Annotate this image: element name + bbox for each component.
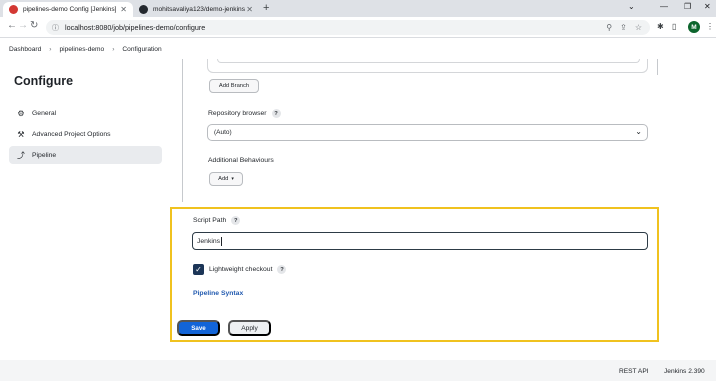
tab-title: pipelines-demo Config [Jenkins]: [23, 6, 117, 13]
browser-tab-jenkins-config[interactable]: pipelines-demo Config [Jenkins] ✕: [3, 2, 133, 17]
input-value: Jenkins: [197, 237, 221, 245]
sidebar-item-pipeline[interactable]: ⤴ Pipeline: [9, 146, 162, 164]
branch-card: [217, 59, 640, 63]
repository-browser-select[interactable]: (Auto) ⌄: [207, 124, 648, 141]
breadcrumb: Dashboard › pipelines-demo › Configurati…: [0, 39, 716, 59]
add-behaviour-button[interactable]: Add ▾: [209, 172, 243, 186]
rest-api-link[interactable]: REST API: [619, 368, 649, 375]
chevron-down-icon: ⌄: [635, 127, 642, 136]
additional-behaviours-label: Additional Behaviours: [208, 157, 274, 164]
breadcrumb-job[interactable]: pipelines-demo: [59, 46, 104, 53]
chevron-right-icon: ›: [49, 45, 52, 53]
sidebar-item-general[interactable]: ⚙ General: [9, 104, 162, 122]
pipeline-syntax-link[interactable]: Pipeline Syntax: [193, 290, 243, 297]
breadcrumb-dashboard[interactable]: Dashboard: [9, 46, 41, 53]
save-button[interactable]: Save: [177, 320, 220, 336]
side-panel-icon[interactable]: ▯: [672, 22, 676, 31]
profile-avatar[interactable]: M: [688, 21, 700, 33]
sidebar-item-label: General: [32, 109, 57, 117]
page-title: Configure: [14, 74, 74, 88]
wrench-icon: ⚒: [17, 129, 25, 139]
menu-kebab-icon[interactable]: ⋮: [706, 22, 714, 31]
sidebar-item-advanced-project-options[interactable]: ⚒ Advanced Project Options: [9, 125, 162, 143]
extensions-icon[interactable]: ✱: [657, 22, 664, 31]
section-divider: [657, 59, 658, 75]
section-divider: [182, 59, 183, 202]
bookmark-star-icon[interactable]: ☆: [635, 23, 642, 32]
reload-icon[interactable]: ↻: [30, 20, 38, 31]
jenkins-version-link[interactable]: Jenkins 2.390: [664, 368, 705, 375]
close-tab-icon[interactable]: ✕: [246, 5, 253, 14]
help-icon[interactable]: ?: [271, 109, 281, 118]
sidebar-item-label: Advanced Project Options: [32, 130, 111, 138]
script-path-label: Script Path ?: [193, 216, 241, 225]
caret-down-icon: ▾: [231, 176, 234, 182]
help-icon[interactable]: ?: [231, 216, 241, 225]
close-tab-icon[interactable]: ✕: [120, 5, 127, 14]
select-value: (Auto): [214, 129, 232, 136]
lightweight-checkout-label: Lightweight checkout ?: [209, 265, 287, 274]
chevron-right-icon: ›: [112, 45, 115, 53]
forward-icon[interactable]: →: [18, 20, 28, 31]
share-icon[interactable]: ⇪: [620, 23, 627, 32]
chevron-down-icon[interactable]: ⌄: [628, 2, 635, 11]
text-cursor: [221, 236, 223, 246]
browser-toolbar: ← → ↻ ⓘ localhost:8080/job/pipelines-dem…: [0, 17, 716, 38]
apply-button[interactable]: Apply: [228, 320, 271, 336]
new-tab-icon[interactable]: +: [263, 2, 269, 14]
zoom-icon[interactable]: ⚲: [606, 23, 612, 32]
add-branch-button[interactable]: Add Branch: [209, 79, 259, 93]
tab-title: mohitsavaliya123/demo-jenkins: [153, 6, 245, 13]
page-footer: REST API Jenkins 2.390: [0, 360, 716, 381]
address-bar[interactable]: ⓘ localhost:8080/job/pipelines-demo/conf…: [46, 20, 650, 35]
site-info-icon[interactable]: ⓘ: [52, 23, 59, 33]
close-window-icon[interactable]: ✕: [704, 2, 711, 11]
github-favicon-icon: [139, 5, 148, 14]
help-icon[interactable]: ?: [277, 265, 287, 274]
gear-icon: ⚙: [17, 108, 25, 118]
restore-icon[interactable]: ❐: [684, 2, 691, 11]
pipeline-icon: ⤴: [17, 150, 25, 160]
checkmark-icon: ✓: [195, 265, 202, 274]
jenkins-favicon-icon: [9, 5, 18, 14]
breadcrumb-configuration[interactable]: Configuration: [122, 46, 161, 53]
browser-tab-github[interactable]: mohitsavaliya123/demo-jenkins ✕: [133, 2, 259, 17]
script-path-input[interactable]: Jenkins: [192, 232, 648, 250]
lightweight-checkout-checkbox[interactable]: ✓: [193, 264, 204, 275]
url-text: localhost:8080/job/pipelines-demo/config…: [65, 23, 206, 32]
repository-browser-label: Repository browser ?: [208, 109, 281, 118]
minimize-icon[interactable]: —: [660, 2, 668, 11]
browser-tab-strip: pipelines-demo Config [Jenkins] ✕ mohits…: [0, 0, 716, 17]
back-icon[interactable]: ←: [7, 20, 17, 31]
sidebar-item-label: Pipeline: [32, 151, 57, 159]
